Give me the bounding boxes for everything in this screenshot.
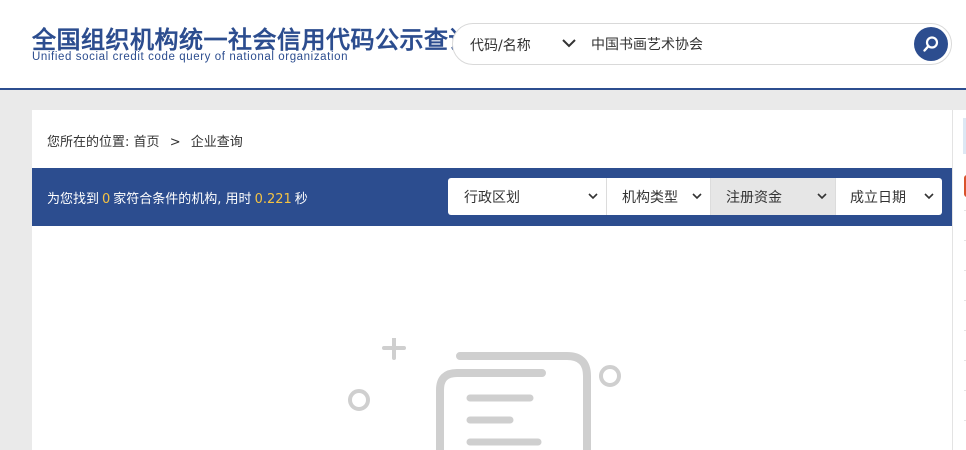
result-bar: 为您找到 0 家符合条件的机构, 用时 0.221 秒 行政区划 机构类型 注册资金 成… xyxy=(32,168,952,226)
result-text-before: 为您找到 xyxy=(47,192,100,207)
chevron-down-icon xyxy=(692,193,702,200)
filter-date-label: 成立日期 xyxy=(850,190,906,206)
filter-capital-label: 注册资金 xyxy=(726,190,782,206)
search-input[interactable] xyxy=(591,31,891,57)
breadcrumb-home[interactable]: 首页 xyxy=(134,131,160,150)
chevron-down-icon[interactable] xyxy=(561,37,577,49)
site-title[interactable]: 全国组织机构统一社会信用代码公示查询 xyxy=(32,20,473,55)
search-button[interactable] xyxy=(914,27,948,61)
search-bar: 代码/名称 xyxy=(452,23,952,65)
site-subtitle: Unified social credit code query of nati… xyxy=(32,51,349,63)
filter-org-type-select[interactable]: 机构类型 xyxy=(607,178,711,215)
breadcrumb-current[interactable]: 企业查询 xyxy=(191,131,243,150)
filter-org-type-label: 机构类型 xyxy=(622,190,678,206)
chevron-down-icon xyxy=(588,193,598,200)
empty-result-icon xyxy=(348,338,621,450)
filter-group: 行政区划 机构类型 注册资金 成立日期 xyxy=(448,178,942,215)
filter-date-select[interactable]: 成立日期 xyxy=(836,178,942,215)
filter-capital-select[interactable]: 注册资金 xyxy=(711,178,836,215)
search-icon xyxy=(923,36,939,52)
side-panel-edge xyxy=(952,110,966,450)
breadcrumb-prefix: 您所在的位置: xyxy=(47,135,130,150)
result-time: 0.221 xyxy=(254,192,292,207)
site-header: 全国组织机构统一社会信用代码公示查询 Unified social credit… xyxy=(0,0,966,90)
search-type-select[interactable]: 代码/名称 xyxy=(470,35,531,55)
breadcrumb: 您所在的位置: 首页 > 企业查询 xyxy=(47,131,243,150)
result-summary: 为您找到 0 家符合条件的机构, 用时 0.221 秒 xyxy=(47,188,308,207)
result-text-middle: 家符合条件的机构, 用时 xyxy=(113,192,252,207)
breadcrumb-separator: > xyxy=(169,135,181,150)
main-content: 您所在的位置: 首页 > 企业查询 为您找到 0 家符合条件的机构, 用时 0.221… xyxy=(32,110,952,450)
result-text-after: 秒 xyxy=(294,192,308,207)
filter-region-label: 行政区划 xyxy=(464,190,520,206)
filter-region-select[interactable]: 行政区划 xyxy=(448,178,607,215)
result-count: 0 xyxy=(102,192,111,207)
chevron-down-icon xyxy=(924,193,934,200)
chevron-down-icon xyxy=(817,193,827,200)
